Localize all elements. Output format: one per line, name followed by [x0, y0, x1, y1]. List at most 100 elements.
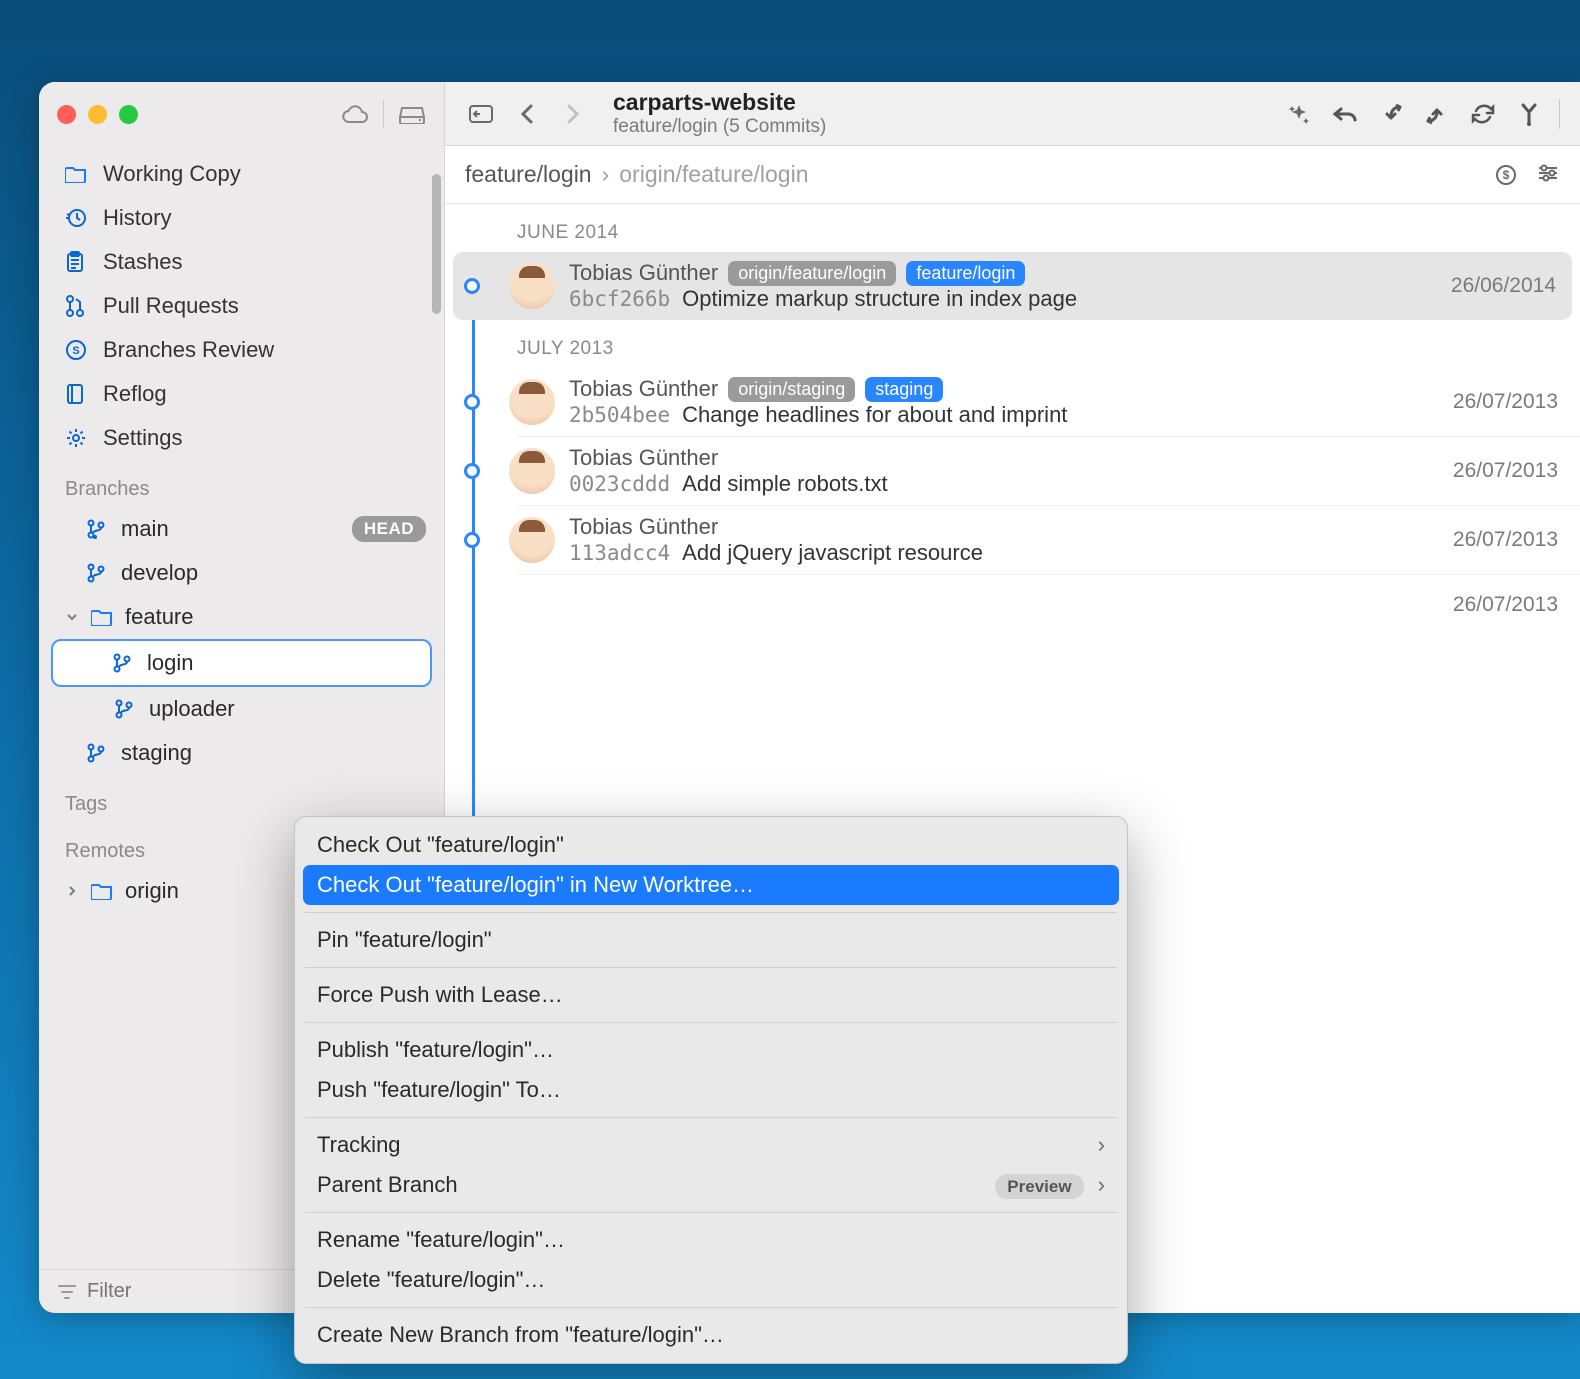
- breadcrumb[interactable]: feature/login › origin/feature/login: [465, 161, 809, 188]
- titlebar: [39, 82, 444, 146]
- history-icon: [65, 207, 91, 229]
- branch-label: develop: [121, 560, 198, 586]
- menu-separator: [305, 1307, 1117, 1308]
- compare-icon[interactable]: $: [1494, 163, 1518, 187]
- repo-title-block[interactable]: carparts-website feature/login (5 Commit…: [613, 89, 826, 138]
- branch-uploader[interactable]: uploader: [39, 687, 444, 731]
- chevron-right-icon: ›: [1098, 1132, 1105, 1158]
- menu-pin[interactable]: Pin "feature/login": [295, 920, 1127, 960]
- commit-message: Optimize markup structure in index page: [682, 286, 1077, 312]
- menu-push-to[interactable]: Push "feature/login" To…: [295, 1070, 1127, 1110]
- commit-message: Change headlines for about and imprint: [682, 402, 1067, 428]
- nav-label: Pull Requests: [103, 293, 239, 319]
- sparkle-icon[interactable]: [1279, 94, 1319, 134]
- nav-history[interactable]: History: [39, 196, 444, 240]
- nav-working-copy[interactable]: Working Copy: [39, 152, 444, 196]
- commit-dot: [464, 394, 480, 410]
- undo-icon[interactable]: [1325, 94, 1365, 134]
- chevron-right-icon: ›: [1098, 1172, 1105, 1197]
- toolbar: carparts-website feature/login (5 Commit…: [445, 82, 1580, 146]
- nav-settings[interactable]: Settings: [39, 416, 444, 460]
- branch-context-menu: Check Out "feature/login" Check Out "fea…: [294, 816, 1128, 1364]
- menu-check-out-worktree[interactable]: Check Out "feature/login" in New Worktre…: [303, 865, 1119, 905]
- commit-row[interactable]: Tobias Günther origin/staging staging 2b…: [445, 368, 1580, 436]
- commit-dot: [464, 463, 480, 479]
- branch-icon: [87, 743, 111, 763]
- filter-icon: [57, 1283, 77, 1301]
- exit-icon[interactable]: [461, 94, 501, 134]
- sync-icon[interactable]: [1463, 94, 1503, 134]
- pull-request-icon: [65, 295, 91, 317]
- menu-separator: [305, 1022, 1117, 1023]
- branch-label: staging: [121, 740, 192, 766]
- nav-reflog[interactable]: Reflog: [39, 372, 444, 416]
- avatar: [509, 448, 555, 494]
- chevron-down-icon: [65, 610, 81, 624]
- branch-label: uploader: [149, 696, 235, 722]
- commit-date: 26/07/2013: [1453, 459, 1558, 483]
- nav-label: Branches Review: [103, 337, 274, 363]
- settings-sliders-icon[interactable]: [1536, 163, 1560, 187]
- branch-staging[interactable]: staging: [39, 731, 444, 775]
- branch-folder-feature[interactable]: feature: [39, 595, 444, 639]
- disk-icon[interactable]: [398, 104, 426, 124]
- menu-tracking[interactable]: Tracking ›: [295, 1125, 1127, 1165]
- commit-row[interactable]: Tobias Günther origin/feature/login feat…: [453, 252, 1572, 320]
- menu-rename[interactable]: Rename "feature/login"…: [295, 1220, 1127, 1260]
- pull-icon[interactable]: [1371, 94, 1411, 134]
- maximize-window-button[interactable]: [119, 105, 138, 124]
- menu-separator: [305, 1117, 1117, 1118]
- menu-separator: [305, 912, 1117, 913]
- nav-branches-review[interactable]: S Branches Review: [39, 328, 444, 372]
- commit-row[interactable]: 26/07/2013: [445, 575, 1580, 635]
- commit-dot: [464, 532, 480, 548]
- menu-separator: [305, 967, 1117, 968]
- commit-row[interactable]: Tobias Günther 0023cddd Add simple robot…: [445, 437, 1580, 505]
- nav-pull-requests[interactable]: Pull Requests: [39, 284, 444, 328]
- commit-author: Tobias Günther: [569, 445, 718, 471]
- commit-author: Tobias Günther: [569, 260, 718, 286]
- menu-separator: [305, 1212, 1117, 1213]
- minimize-window-button[interactable]: [88, 105, 107, 124]
- branch-icon: [113, 653, 137, 673]
- remote-folder-icon: [91, 882, 115, 900]
- menu-check-out[interactable]: Check Out "feature/login": [295, 825, 1127, 865]
- preview-badge: Preview: [995, 1174, 1083, 1199]
- menu-publish[interactable]: Publish "feature/login"…: [295, 1030, 1127, 1070]
- branch-icon: [87, 563, 111, 583]
- branch-badge-remote: origin/staging: [728, 377, 855, 402]
- avatar: [509, 517, 555, 563]
- chevron-right-icon: ›: [602, 161, 610, 188]
- folder-icon: [65, 165, 91, 183]
- commit-author: Tobias Günther: [569, 376, 718, 402]
- commit-date: 26/07/2013: [1453, 593, 1558, 617]
- push-icon[interactable]: [1417, 94, 1457, 134]
- menu-force-push[interactable]: Force Push with Lease…: [295, 975, 1127, 1015]
- branch-icon: [115, 699, 139, 719]
- nav-forward-button[interactable]: [553, 94, 593, 134]
- nav-label: History: [103, 205, 171, 231]
- commit-hash: 113adcc4: [569, 541, 670, 565]
- head-badge: HEAD: [352, 516, 426, 542]
- section-branches: Branches: [39, 460, 444, 507]
- merge-icon[interactable]: [1509, 94, 1549, 134]
- folder-icon: [91, 608, 115, 626]
- repo-name: carparts-website: [613, 89, 826, 116]
- cloud-icon[interactable]: [341, 104, 369, 124]
- branch-develop[interactable]: develop: [39, 551, 444, 595]
- scrollbar-thumb[interactable]: [432, 174, 441, 314]
- menu-delete[interactable]: Delete "feature/login"…: [295, 1260, 1127, 1300]
- branch-badge-remote: origin/feature/login: [728, 261, 896, 286]
- commit-author: Tobias Günther: [569, 514, 718, 540]
- svg-text:S: S: [72, 345, 79, 357]
- branch-login[interactable]: login: [51, 639, 432, 687]
- branch-main[interactable]: main HEAD: [39, 507, 444, 551]
- menu-create-new-branch[interactable]: Create New Branch from "feature/login"…: [295, 1315, 1127, 1355]
- nav-back-button[interactable]: [507, 94, 547, 134]
- commit-row[interactable]: Tobias Günther 113adcc4 Add jQuery javas…: [445, 506, 1580, 574]
- nav-stashes[interactable]: Stashes: [39, 240, 444, 284]
- menu-parent-branch[interactable]: Parent Branch Preview ›: [295, 1165, 1127, 1205]
- close-window-button[interactable]: [57, 105, 76, 124]
- repo-subtitle: feature/login (5 Commits): [613, 116, 826, 138]
- branch-label: feature: [125, 604, 194, 630]
